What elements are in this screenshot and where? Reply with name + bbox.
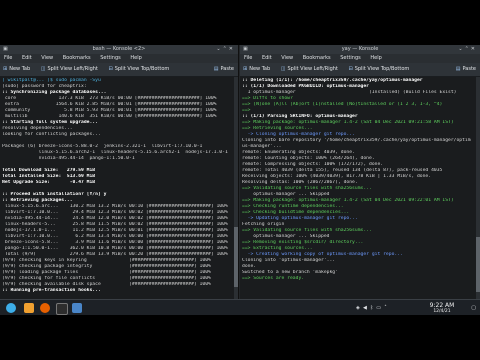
taskbar: ◈ ◀ ᛒ ▭ ˄ 9:22 AM 12/4/21 ▢ [0,299,480,315]
konsole-window-right: ▣ yay — Konsole ⌄⌃✕ File Edit View Bookm… [240,45,480,299]
new-tab-icon: ⊞ [243,66,248,72]
scrollbar-thumb[interactable] [234,227,238,287]
menu-settings[interactable]: Settings [100,55,121,61]
menu-help[interactable]: Help [130,55,141,61]
menu-bookmarks[interactable]: Bookmarks [303,55,331,61]
tray-expand-icon[interactable]: ˄ [384,305,387,311]
terminal-icon: ▣ [3,46,8,52]
new-tab-icon: ⊞ [3,66,8,72]
new-tab-button[interactable]: ⊞ New Tab [243,66,270,72]
menu-edit[interactable]: Edit [262,55,272,61]
file-manager-icon[interactable] [24,303,34,313]
scrollbar[interactable] [234,77,238,299]
terminal-output[interactable]: :: Deleting (1/1): /home/cheaptrix359/.c… [240,77,476,299]
desktop-screen: ▣ bash — Konsole <2> ⌄⌃✕ File Edit View … [0,45,480,315]
terminal-line: :: Running pre-transaction hooks... [2,288,101,293]
paste-icon: ▤ [213,66,219,72]
toolbar: ⊞ New Tab ◫ Split View Left/Right ⊟ Split V… [240,63,480,77]
window-title: bash — Konsole <2> [92,46,146,52]
window-title: yay — Konsole [341,46,379,52]
toolbar: ⊞ New Tab ◫ Split View Left/Right ⊟ Split V… [0,63,238,77]
application-launcher-icon[interactable] [6,303,16,313]
clock[interactable]: 9:22 AM 12/4/21 [422,302,462,315]
terminal-output[interactable]: [ wikitpalt@... ]$ sudo pacman -Syu [sudo… [0,77,234,299]
menu-bookmarks[interactable]: Bookmarks [63,55,91,61]
close-icon[interactable]: ✕ [229,46,235,52]
menu-bar: File Edit View Bookmarks Settings Help [240,54,480,63]
menu-edit[interactable]: Edit [22,55,32,61]
clock-date: 12/4/21 [433,309,451,314]
window-titlebar[interactable]: ▣ yay — Konsole ⌄⌃✕ [240,45,480,54]
new-tab-button[interactable]: ⊞ New Tab [3,66,30,72]
battery-icon[interactable]: ▭ [376,305,381,311]
close-icon[interactable]: ✕ [471,46,477,52]
split-left-right-button[interactable]: ◫ Split View Left/Right [281,66,338,72]
split-vertical-icon: ⊟ [108,66,113,72]
paste-button[interactable]: ▤ Paste [456,63,476,76]
browser-icon[interactable] [40,303,50,313]
split-left-right-button[interactable]: ◫ Split View Left/Right [41,66,98,72]
volume-icon[interactable]: ◀ [363,305,367,311]
split-vertical-icon: ⊟ [348,66,353,72]
clock-time: 9:22 AM [429,302,455,309]
menu-view[interactable]: View [41,55,53,61]
terminal-line: ==> Sources are ready. [242,276,305,281]
terminal-line: ==> [N]one [A]ll [Ab]ort [I]nstalled [No… [242,102,443,107]
split-horizontal-icon: ◫ [40,66,46,72]
terminal-icon: ▣ [243,46,248,52]
paste-icon: ▤ [455,66,461,72]
paste-button[interactable]: ▤ Paste [214,63,234,76]
bluetooth-icon[interactable]: ᛒ [370,305,373,311]
settings-icon[interactable] [72,303,82,313]
menu-settings[interactable]: Settings [340,55,361,61]
scrollbar-thumb[interactable] [476,237,480,292]
network-icon[interactable]: ◈ [356,305,360,311]
menu-file[interactable]: File [4,55,12,61]
split-top-bottom-button[interactable]: ⊟ Split View Top/Bottom [348,66,409,72]
split-top-bottom-button[interactable]: ⊟ Split View Top/Bottom [108,66,169,72]
menu-view[interactable]: View [281,55,293,61]
scrollbar[interactable] [476,77,480,299]
menu-file[interactable]: File [244,55,252,61]
menu-help[interactable]: Help [370,55,381,61]
split-horizontal-icon: ◫ [280,66,286,72]
konsole-window-left: ▣ bash — Konsole <2> ⌄⌃✕ File Edit View … [0,45,239,299]
show-desktop-icon[interactable]: ▢ [471,300,476,315]
konsole-taskbar-icon[interactable] [56,303,68,315]
window-titlebar[interactable]: ▣ bash — Konsole <2> ⌄⌃✕ [0,45,238,54]
menu-bar: File Edit View Bookmarks Settings Help [0,54,238,63]
